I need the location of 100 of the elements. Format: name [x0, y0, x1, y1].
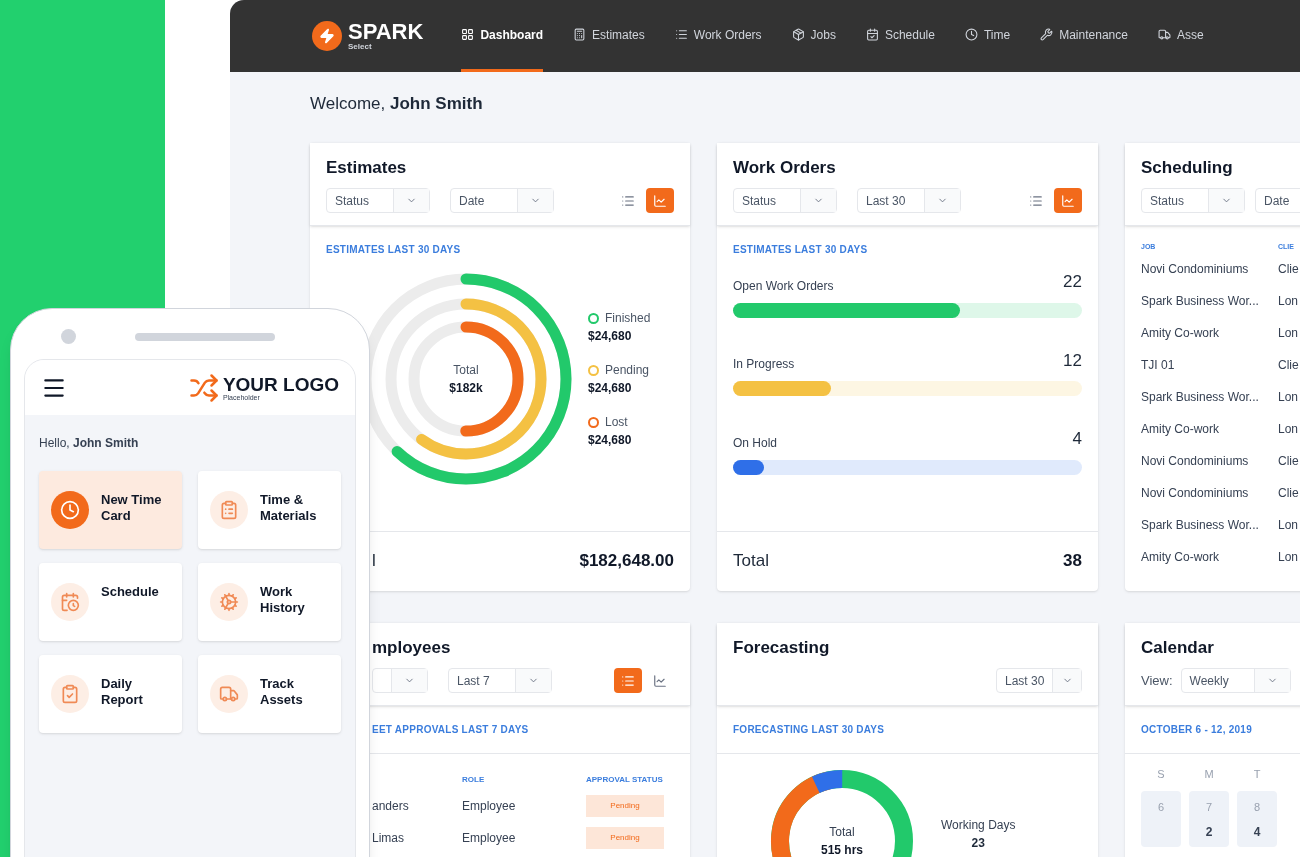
nav-icon	[964, 28, 978, 41]
legend-label: Pending	[605, 362, 650, 379]
legend-value: $24,680	[588, 432, 633, 449]
nav-tab[interactable]: Asse	[1157, 0, 1204, 72]
dropdown[interactable]: Date	[450, 188, 554, 213]
list-icon	[1029, 193, 1043, 208]
line-chart-icon	[653, 193, 667, 208]
legend-label: Lost	[605, 414, 628, 431]
table-cell-text: Clie	[1278, 356, 1299, 374]
brand-name: SPARK	[348, 21, 424, 43]
card-title: mployees	[372, 636, 452, 659]
bar-count: 12	[1063, 349, 1082, 372]
card-title: Scheduling	[1141, 156, 1234, 179]
nav-tab[interactable]: Maintenance	[1040, 0, 1128, 72]
dropdown[interactable]: Status	[326, 188, 430, 213]
section-heading: ESTIMATES LAST 30 DAYS	[326, 243, 462, 257]
table-cell-text: Spark Business Wor...	[1141, 516, 1260, 534]
nav-icon	[791, 28, 805, 41]
day-cell[interactable]: 8 4	[1237, 790, 1277, 847]
menu-tile[interactable]: Daily Report	[39, 655, 182, 733]
dropdown[interactable]: Last 7	[448, 668, 552, 693]
day-cell[interactable]: 7 2	[1189, 790, 1229, 847]
tile-icon	[219, 684, 239, 704]
weekday-label: S	[1157, 767, 1165, 782]
chart-center-value: 515 hrs	[821, 842, 863, 857]
table-cell-text: Amity Co-work	[1141, 420, 1220, 438]
chart-view-button[interactable]	[646, 188, 674, 213]
section-heading: OCTOBER 6 - 12, 2019	[1141, 723, 1253, 737]
view-label: View:	[1141, 671, 1173, 690]
bar-label: On Hold	[733, 434, 778, 452]
table-cell-text: Novi Condominiums	[1141, 452, 1250, 470]
tile-icon	[60, 592, 80, 612]
chart-center-value: $182k	[449, 380, 483, 397]
table-cell-text: Limas	[372, 830, 405, 847]
table-cell-text: Lon	[1278, 420, 1299, 438]
tile-icon	[219, 500, 239, 520]
nav-tab[interactable]: Jobs	[791, 0, 836, 72]
nav-tab[interactable]: Schedule	[865, 0, 935, 72]
bolt-icon	[319, 28, 335, 44]
nav-icon	[865, 28, 879, 41]
bar-label: In Progress	[733, 356, 795, 373]
menu-tile[interactable]: Schedule	[39, 563, 182, 641]
card-title: Calendar	[1141, 636, 1215, 659]
table-cell-text: Lon	[1278, 516, 1299, 534]
nav-icon	[1157, 28, 1171, 41]
section-heading: ESTIMATES LAST 30 DAYS	[733, 243, 869, 257]
table-cell-text: Novi Condominiums	[1141, 260, 1250, 278]
table-cell-text: Employee	[462, 798, 517, 815]
chart-view-button[interactable]	[1054, 188, 1082, 213]
column-header: APPROVAL STATUS	[586, 774, 663, 786]
nav-tab[interactable]: Work Orders	[674, 0, 762, 72]
table-cell-text: Spark Business Wor...	[1141, 388, 1260, 406]
nav-icon	[674, 28, 688, 41]
status-badge: Pending	[586, 827, 664, 849]
table-cell-text: Clie	[1278, 484, 1299, 502]
bar-count: 22	[1063, 271, 1082, 293]
menu-tile[interactable]: Time & Materials	[198, 471, 341, 549]
card-title: Work Orders	[733, 156, 837, 179]
column-header: ROLE	[462, 774, 486, 786]
nav-tab[interactable]: Estimates	[573, 0, 645, 72]
chart-center-label: Total	[453, 362, 479, 379]
list-view-button[interactable]	[614, 668, 642, 693]
dropdown[interactable]: Last 30	[857, 188, 961, 213]
table-cell-text: Lon	[1278, 548, 1299, 566]
legend-value: $24,680	[588, 380, 633, 397]
table-cell-text: Clie	[1278, 260, 1299, 278]
total-label: l	[372, 550, 376, 573]
table-cell-text: Amity Co-work	[1141, 324, 1220, 342]
camera-icon	[61, 329, 76, 344]
total-label: Total	[733, 550, 769, 573]
brand-tagline: Select	[348, 43, 373, 51]
weekday-label: T	[1253, 767, 1261, 782]
dropdown[interactable]: Weekly	[1180, 668, 1291, 693]
menu-tile[interactable]: Track Assets	[198, 655, 341, 733]
stat-value: 23	[971, 835, 985, 852]
dropdown[interactable]: Status	[733, 188, 837, 213]
table-cell-text: TJI 01	[1141, 356, 1176, 374]
dropdown[interactable]: Last 30	[996, 668, 1082, 693]
dropdown[interactable]: Date	[1255, 188, 1300, 213]
card-title: Estimates	[326, 156, 408, 179]
nav-tab[interactable]: Time	[964, 0, 1011, 72]
table-cell-text: Novi Condominiums	[1141, 484, 1250, 502]
table-cell-text: Clie	[1278, 452, 1299, 470]
line-chart-icon	[1061, 193, 1075, 208]
section-heading: EET APPROVALS LAST 7 DAYS	[372, 723, 530, 737]
total-value: 38	[1063, 550, 1082, 573]
legend-label: Finished	[605, 310, 651, 327]
menu-tile[interactable]: New Time Card	[39, 471, 182, 549]
logo-icon	[188, 372, 219, 403]
table-cell-text: Employee	[462, 830, 517, 847]
dropdown[interactable]: Status	[1141, 188, 1245, 213]
menu-tile[interactable]: Work History	[198, 563, 341, 641]
legend-value: $24,680	[588, 328, 633, 345]
greeting: Hello, John Smith	[39, 435, 140, 452]
nav-icon	[1040, 28, 1054, 41]
tile-icon	[60, 684, 80, 704]
bar-count: 4	[1072, 428, 1082, 450]
nav-icon	[461, 28, 475, 41]
nav-tab[interactable]: Dashboard	[461, 0, 544, 72]
speaker-icon	[135, 333, 275, 341]
